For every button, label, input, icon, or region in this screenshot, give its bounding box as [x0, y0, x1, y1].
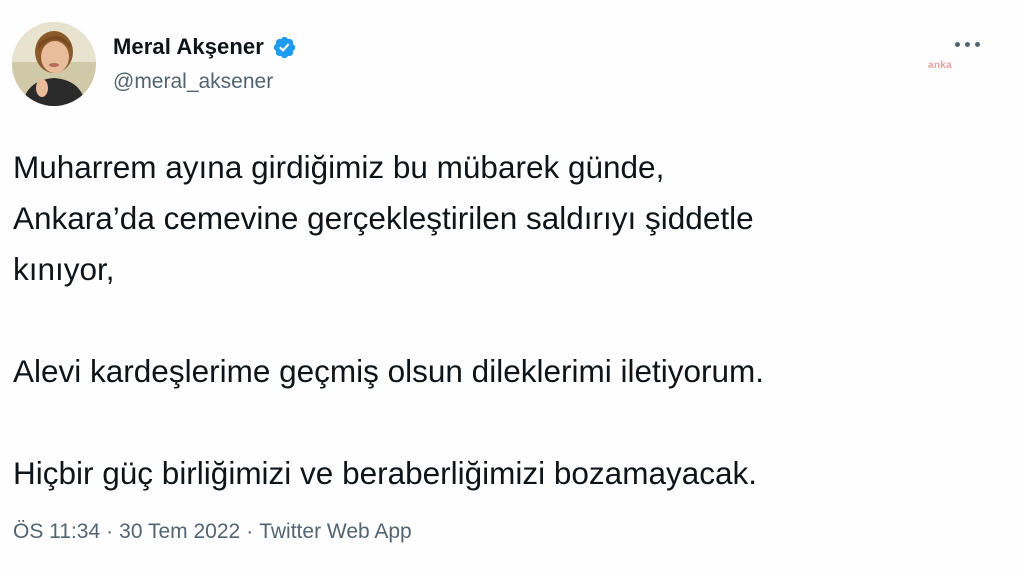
tweet-source[interactable]: Twitter Web App	[259, 520, 412, 544]
meta-separator: ·	[106, 520, 114, 543]
tweet-card: Meral Akşener @meral_aksener anka Muharr…	[0, 0, 1024, 576]
more-horizontal-icon[interactable]	[950, 34, 984, 54]
tweet-meta: ÖS 11:34 · 30 Tem 2022 · Twitter Web App	[13, 520, 412, 544]
tweet-time[interactable]: ÖS 11:34	[13, 520, 100, 544]
tweet-line: Hiçbir güç birliğimizi ve beraberliğimiz…	[13, 455, 758, 491]
tweet-text: Muharrem ayına girdiğimiz bu mübarek gün…	[13, 142, 1003, 499]
author-name-row: Meral Akşener	[113, 34, 297, 60]
verified-badge-icon	[273, 36, 296, 58]
avatar-image	[12, 22, 96, 106]
tweet-date[interactable]: 30 Tem 2022	[119, 520, 240, 544]
more-dot-icon	[974, 41, 980, 47]
more-dot-icon	[954, 41, 960, 47]
tweet-line: Ankara’da cemevine gerçekleştirilen sald…	[13, 200, 754, 236]
meta-separator: ·	[246, 520, 254, 543]
author-display-name[interactable]: Meral Akşener	[113, 34, 264, 60]
author-handle[interactable]: @meral_aksener	[113, 70, 273, 94]
more-dot-icon	[964, 41, 970, 47]
tweet-line: Alevi kardeşlerime geçmiş olsun dilekler…	[13, 353, 764, 389]
watermark-logo: anka	[928, 60, 952, 71]
tweet-line: kınıyor,	[13, 251, 115, 287]
avatar[interactable]	[12, 22, 96, 106]
tweet-line: Muharrem ayına girdiğimiz bu mübarek gün…	[13, 149, 665, 185]
